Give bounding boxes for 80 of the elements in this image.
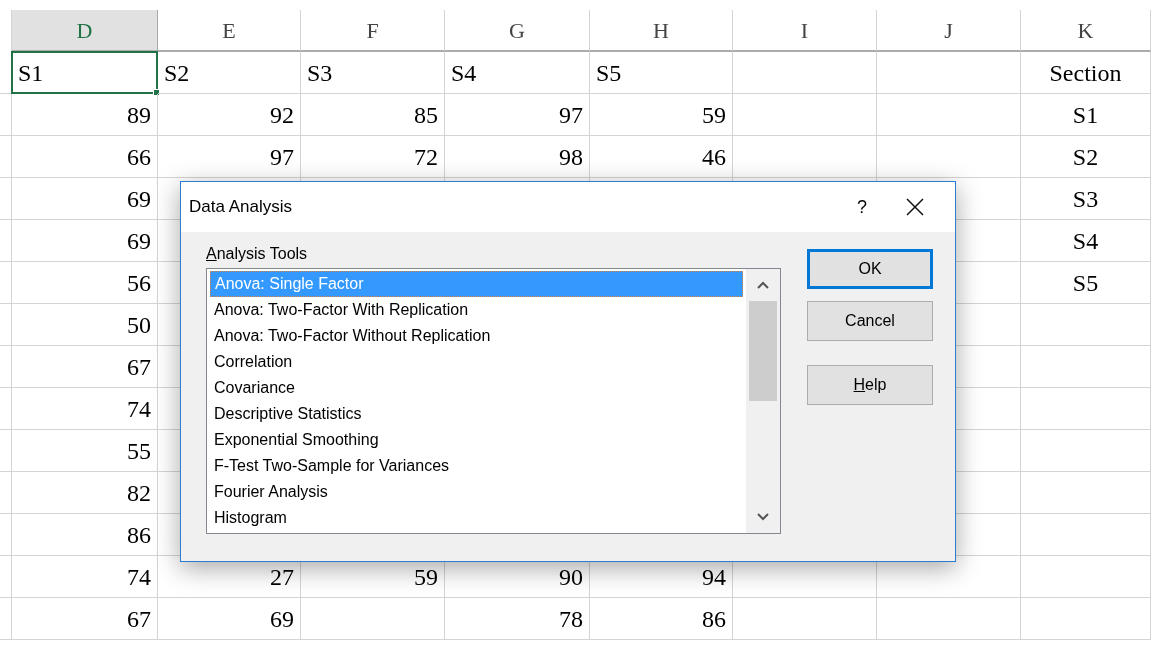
help-button[interactable]: ? xyxy=(837,187,887,227)
list-item[interactable]: Histogram xyxy=(210,505,743,531)
empty-cell[interactable] xyxy=(877,52,1021,94)
empty-cell[interactable] xyxy=(1021,388,1151,430)
empty-cell[interactable] xyxy=(1021,430,1151,472)
list-item[interactable]: F-Test Two-Sample for Variances xyxy=(210,453,743,479)
empty-cell[interactable] xyxy=(1021,472,1151,514)
cell[interactable]: 74 xyxy=(12,556,158,598)
empty-cell[interactable] xyxy=(1021,514,1151,556)
cell[interactable]: 67 xyxy=(12,346,158,388)
dialog-title: Data Analysis xyxy=(189,196,293,219)
list-item[interactable]: Covariance xyxy=(210,375,743,401)
list-item[interactable]: Anova: Two-Factor Without Replication xyxy=(210,323,743,349)
dialog-button[interactable]: OK xyxy=(807,249,933,289)
cell[interactable]: 46 xyxy=(590,136,733,178)
cell[interactable]: S1 xyxy=(12,52,158,94)
cell[interactable]: 69 xyxy=(12,178,158,220)
empty-cell[interactable] xyxy=(733,94,877,136)
cell[interactable]: 78 xyxy=(445,598,590,640)
cell[interactable]: 85 xyxy=(301,94,445,136)
cell[interactable]: 50 xyxy=(12,304,158,346)
cell[interactable]: 66 xyxy=(12,136,158,178)
cell[interactable]: S2 xyxy=(158,52,301,94)
cell[interactable]: 98 xyxy=(445,136,590,178)
empty-cell[interactable] xyxy=(733,52,877,94)
cell[interactable]: 74 xyxy=(12,388,158,430)
empty-cell[interactable] xyxy=(733,136,877,178)
dialog-button[interactable]: Cancel xyxy=(807,301,933,341)
list-item[interactable]: Exponential Smoothing xyxy=(210,427,743,453)
cell[interactable]: 69 xyxy=(12,220,158,262)
cell[interactable]: 82 xyxy=(12,472,158,514)
cell[interactable]: S2 xyxy=(1021,136,1151,178)
list-item[interactable]: Fourier Analysis xyxy=(210,479,743,505)
cell[interactable]: 55 xyxy=(12,430,158,472)
cell[interactable]: 86 xyxy=(590,598,733,640)
tools-listbox[interactable] xyxy=(206,268,781,534)
cell[interactable]: S5 xyxy=(1021,262,1151,304)
scroll-up-icon[interactable] xyxy=(757,281,769,289)
list-label: Analysis Tools xyxy=(206,244,309,264)
column-header[interactable]: G xyxy=(445,10,590,52)
column-header[interactable]: I xyxy=(733,10,877,52)
cell[interactable]: 86 xyxy=(12,514,158,556)
cell[interactable]: 97 xyxy=(445,94,590,136)
cell[interactable]: 92 xyxy=(158,94,301,136)
cell[interactable]: S3 xyxy=(301,52,445,94)
cell[interactable]: 89 xyxy=(12,94,158,136)
empty-cell[interactable] xyxy=(877,136,1021,178)
list-item[interactable]: Anova: Two-Factor With Replication xyxy=(210,297,743,323)
dialog-button[interactable]: Help xyxy=(807,365,933,405)
cell[interactable]: 72 xyxy=(301,136,445,178)
empty-cell[interactable] xyxy=(1021,304,1151,346)
scrollbar[interactable] xyxy=(746,269,780,533)
empty-cell[interactable] xyxy=(1021,598,1151,640)
empty-cell[interactable] xyxy=(1021,556,1151,598)
scrollbar-thumb[interactable] xyxy=(749,301,777,401)
column-header[interactable]: H xyxy=(590,10,733,52)
empty-cell[interactable] xyxy=(877,94,1021,136)
scroll-down-icon[interactable] xyxy=(757,513,769,521)
cell[interactable]: S4 xyxy=(1021,220,1151,262)
cell[interactable]: 59 xyxy=(590,94,733,136)
empty-cell[interactable] xyxy=(301,598,445,640)
column-header[interactable]: J xyxy=(877,10,1021,52)
cell[interactable]: 97 xyxy=(158,136,301,178)
empty-cell[interactable] xyxy=(877,598,1021,640)
cell[interactable]: S4 xyxy=(445,52,590,94)
column-header[interactable]: E xyxy=(158,10,301,52)
cell[interactable]: 67 xyxy=(12,598,158,640)
cell[interactable]: 69 xyxy=(158,598,301,640)
list-item[interactable]: Correlation xyxy=(210,349,743,375)
cell[interactable]: S1 xyxy=(1021,94,1151,136)
empty-cell[interactable] xyxy=(733,598,877,640)
column-header[interactable]: F xyxy=(301,10,445,52)
cell[interactable]: 56 xyxy=(12,262,158,304)
column-header[interactable]: K xyxy=(1021,10,1151,52)
cell[interactable]: S5 xyxy=(590,52,733,94)
column-header[interactable]: D xyxy=(12,10,158,52)
cell[interactable]: S3 xyxy=(1021,178,1151,220)
cell[interactable]: Section xyxy=(1021,52,1151,94)
empty-cell[interactable] xyxy=(1021,346,1151,388)
list-item[interactable]: Descriptive Statistics xyxy=(210,401,743,427)
